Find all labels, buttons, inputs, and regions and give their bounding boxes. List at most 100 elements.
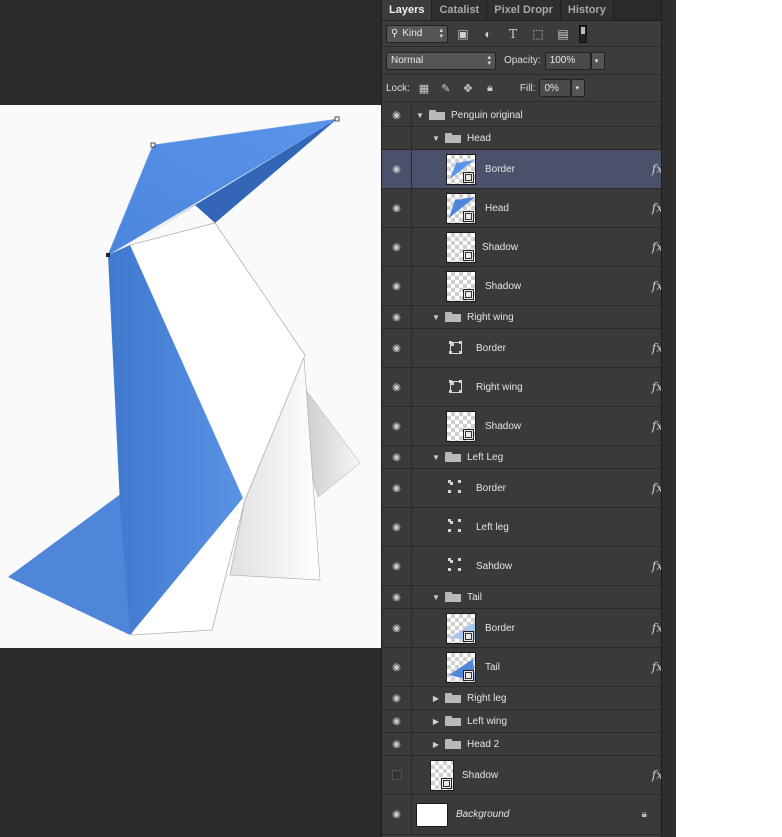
collapsed-twisty-icon[interactable]: ▶ bbox=[431, 694, 441, 703]
filter-toggle[interactable] bbox=[579, 24, 587, 43]
eye-icon[interactable]: ◉ bbox=[390, 739, 404, 749]
expanded-twisty-icon[interactable]: ▼ bbox=[431, 593, 441, 602]
layer-right-wing[interactable]: ◉ Right wing fx bbox=[382, 368, 677, 407]
vector-mask-icon bbox=[463, 630, 474, 642]
layers-scrollbar[interactable] bbox=[661, 0, 676, 837]
eye-icon[interactable]: ◉ bbox=[390, 110, 404, 120]
layer-head-shadow[interactable]: ◉ Shadow fx bbox=[382, 228, 677, 267]
fill-field[interactable]: 0% bbox=[539, 79, 572, 97]
eye-icon[interactable]: ◉ bbox=[390, 483, 404, 493]
layer-left-leg[interactable]: ◉ Left leg bbox=[382, 508, 677, 547]
workspace bbox=[0, 0, 381, 837]
eye-icon[interactable]: ◉ bbox=[390, 693, 404, 703]
anchor-point[interactable] bbox=[106, 253, 110, 257]
layer-name: Left Leg bbox=[467, 451, 504, 463]
lock-all-icon[interactable]: 🔒︎ bbox=[482, 80, 498, 96]
document-canvas[interactable] bbox=[0, 105, 381, 648]
folder-icon bbox=[445, 133, 461, 143]
tab-catalist[interactable]: Catalist bbox=[432, 0, 488, 20]
adjustment-filter-icon[interactable]: ◐ bbox=[478, 25, 498, 43]
expanded-twisty-icon[interactable]: ▼ bbox=[415, 111, 425, 120]
shape-layer-icon bbox=[449, 380, 462, 393]
fill-dropdown[interactable]: ▾ bbox=[571, 79, 586, 97]
layer-tail-border[interactable]: ◉ Border fx bbox=[382, 609, 677, 648]
layer-name: Tail bbox=[467, 591, 483, 603]
layer-group-head[interactable]: ▼ Head bbox=[382, 127, 677, 150]
expanded-twisty-icon[interactable]: ▼ bbox=[431, 313, 441, 322]
eye-icon[interactable]: ◉ bbox=[390, 382, 404, 392]
visibility-toggle-off[interactable] bbox=[391, 770, 402, 780]
eye-icon[interactable]: ◉ bbox=[390, 561, 404, 571]
eye-icon[interactable]: ◉ bbox=[390, 312, 404, 322]
filter-row: ⚲ Kind ▴ ▾ ▣ ◐ T ⬚ ▤ bbox=[382, 21, 676, 47]
layer-right-wing-shadow[interactable]: ◉ Shadow fx bbox=[382, 407, 677, 446]
layer-group-tail[interactable]: ◉ ▼ Tail bbox=[382, 586, 677, 609]
anchor-point[interactable] bbox=[334, 116, 340, 122]
lock-transparent-icon[interactable]: ▦ bbox=[416, 80, 432, 96]
eye-icon[interactable]: ◉ bbox=[390, 203, 404, 213]
layer-thumbnail bbox=[446, 270, 476, 302]
type-filter-icon[interactable]: T bbox=[503, 25, 523, 43]
smartobject-filter-icon[interactable]: ▤ bbox=[553, 25, 573, 43]
layer-name: Border bbox=[485, 622, 516, 634]
layer-shadow[interactable]: Shadow fx bbox=[382, 756, 677, 795]
eye-icon[interactable]: ◉ bbox=[390, 662, 404, 672]
expanded-twisty-icon[interactable]: ▼ bbox=[431, 134, 441, 143]
layer-group-left-leg[interactable]: ◉ ▼ Left Leg bbox=[382, 446, 677, 469]
image-filter-icon[interactable]: ▣ bbox=[453, 25, 473, 43]
vector-mask-icon bbox=[463, 171, 474, 183]
collapsed-twisty-icon[interactable]: ▶ bbox=[431, 740, 441, 749]
blend-row: Normal ▴ ▾ Opacity: 100% ▾ bbox=[382, 47, 676, 75]
expanded-twisty-icon[interactable]: ▼ bbox=[431, 453, 441, 462]
blend-mode-value: Normal bbox=[391, 55, 424, 66]
layer-group-left-wing[interactable]: ◉ ▶ Left wing bbox=[382, 710, 677, 733]
eye-icon[interactable]: ◉ bbox=[390, 716, 404, 726]
layer-right-wing-border[interactable]: ◉ Border fx bbox=[382, 329, 677, 368]
layer-name: Border bbox=[485, 163, 516, 175]
blend-mode-select[interactable]: Normal ▴ ▾ bbox=[386, 51, 496, 70]
layer-head-shadow[interactable]: ◉ Shadow fx bbox=[382, 267, 677, 306]
eye-icon[interactable]: ◉ bbox=[390, 242, 404, 252]
layer-name: Background bbox=[456, 809, 510, 820]
eye-icon[interactable]: ◉ bbox=[390, 164, 404, 174]
layer-thumbnail bbox=[416, 802, 448, 827]
tab-pixel-dropr[interactable]: Pixel Dropr bbox=[487, 0, 561, 20]
layer-group-right-leg[interactable]: ◉ ▶ Right leg bbox=[382, 687, 677, 710]
layer-name: Right wing bbox=[467, 311, 514, 323]
eye-icon[interactable]: ◉ bbox=[390, 810, 404, 820]
layer-head-head[interactable]: ◉ Head fx bbox=[382, 189, 677, 228]
layer-group-head-2[interactable]: ◉ ▶ Head 2 bbox=[382, 733, 677, 756]
filter-kind-label: Kind bbox=[402, 28, 423, 39]
collapsed-twisty-icon[interactable]: ▶ bbox=[431, 717, 441, 726]
shape-filter-icon[interactable]: ⬚ bbox=[528, 25, 548, 43]
eye-icon[interactable]: ◉ bbox=[390, 421, 404, 431]
anchor-point[interactable] bbox=[150, 142, 156, 148]
layer-background[interactable]: ◉ Background 🔒︎ bbox=[382, 795, 677, 835]
layer-tail[interactable]: ◉ Tail fx bbox=[382, 648, 677, 687]
eye-icon[interactable]: ◉ bbox=[390, 592, 404, 602]
eye-icon[interactable]: ◉ bbox=[390, 452, 404, 462]
opacity-dropdown[interactable]: ▾ bbox=[590, 51, 605, 70]
opacity-field[interactable]: 100% bbox=[544, 51, 591, 70]
tab-layers[interactable]: Layers bbox=[382, 0, 433, 20]
layer-left-leg-sahdow[interactable]: ◉ Sahdow fx bbox=[382, 547, 677, 586]
eye-icon[interactable]: ◉ bbox=[390, 623, 404, 633]
layer-thumbnail bbox=[446, 231, 476, 263]
eye-icon[interactable]: ◉ bbox=[390, 343, 404, 353]
layer-left-leg-border[interactable]: ◉ Border fx bbox=[382, 469, 677, 508]
eye-icon[interactable]: ◉ bbox=[390, 522, 404, 532]
layer-name: Left wing bbox=[467, 715, 508, 727]
layer-name: Right leg bbox=[467, 692, 507, 704]
filter-kind-select[interactable]: ⚲ Kind ▴ ▾ bbox=[386, 24, 448, 43]
lock-position-icon[interactable]: ✥ bbox=[460, 80, 476, 96]
tab-history[interactable]: History bbox=[560, 0, 614, 20]
layer-head-border[interactable]: ◉ Border fx bbox=[382, 150, 677, 189]
layer-name: Head bbox=[485, 202, 509, 214]
layer-name: Head bbox=[467, 132, 491, 144]
layer-group-penguin-original[interactable]: ◉ ▼ Penguin original bbox=[382, 104, 677, 127]
penguin-artwork[interactable] bbox=[0, 105, 381, 648]
eye-icon[interactable]: ◉ bbox=[390, 281, 404, 291]
layer-thumbnail bbox=[430, 759, 454, 791]
layer-group-right-wing[interactable]: ◉ ▼ Right wing bbox=[382, 306, 677, 329]
lock-image-icon[interactable]: ✎ bbox=[438, 80, 454, 96]
